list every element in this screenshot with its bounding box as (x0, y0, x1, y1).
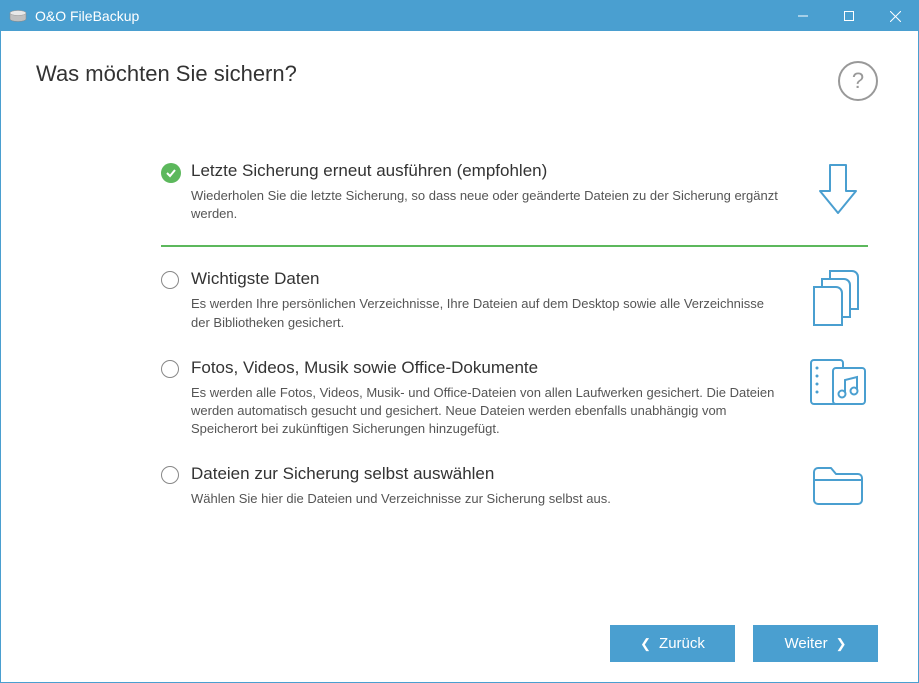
option-title: Fotos, Videos, Musik sowie Office-Dokume… (191, 358, 778, 378)
option-text: Fotos, Videos, Musik sowie Office-Dokume… (191, 358, 808, 439)
close-button[interactable] (872, 1, 918, 31)
option-title: Wichtigste Daten (191, 269, 778, 289)
back-button[interactable]: ❮ Zurück (610, 625, 735, 662)
page-title: Was möchten Sie sichern? (36, 61, 297, 87)
help-button[interactable]: ? (838, 61, 878, 101)
option-description: Wiederholen Sie die letzte Sicherung, so… (191, 187, 778, 223)
next-button-label: Weiter (785, 635, 828, 652)
option-title: Letzte Sicherung erneut ausführen (empfo… (191, 161, 778, 181)
option-description: Wählen Sie hier die Dateien und Verzeich… (191, 490, 778, 508)
radio-indicator (161, 358, 191, 378)
radio-icon (161, 466, 179, 484)
option-description: Es werden alle Fotos, Videos, Musik- und… (191, 384, 778, 439)
option-text: Letzte Sicherung erneut ausführen (empfo… (191, 161, 808, 223)
titlebar: O&O FileBackup (1, 1, 918, 31)
option-text: Wichtigste Daten Es werden Ihre persönli… (191, 269, 808, 331)
header-row: Was möchten Sie sichern? ? (36, 61, 878, 101)
option-media-office[interactable]: Fotos, Videos, Musik sowie Office-Dokume… (161, 358, 868, 439)
radio-indicator (161, 161, 191, 183)
options-list: Letzte Sicherung erneut ausführen (empfo… (36, 161, 878, 535)
app-window: O&O FileBackup Was möchten Sie sichern? … (0, 0, 919, 683)
documents-stack-icon (808, 269, 868, 327)
window-controls (780, 1, 918, 31)
chevron-right-icon: ❯ (836, 636, 847, 652)
maximize-button[interactable] (826, 1, 872, 31)
option-description: Es werden Ihre persönlichen Verzeichniss… (191, 295, 778, 331)
checkmark-icon (161, 163, 181, 183)
radio-indicator (161, 464, 191, 484)
content-area: Was möchten Sie sichern? ? Letzte Sicher… (1, 31, 918, 682)
arrow-down-icon (808, 161, 868, 217)
window-title: O&O FileBackup (35, 8, 780, 24)
option-select-files[interactable]: Dateien zur Sicherung selbst auswählen W… (161, 464, 868, 508)
minimize-button[interactable] (780, 1, 826, 31)
option-text: Dateien zur Sicherung selbst auswählen W… (191, 464, 808, 508)
radio-icon (161, 360, 179, 378)
back-button-label: Zurück (659, 635, 705, 652)
option-repeat-last-backup[interactable]: Letzte Sicherung erneut ausführen (empfo… (161, 161, 868, 247)
option-title: Dateien zur Sicherung selbst auswählen (191, 464, 778, 484)
folder-icon (808, 464, 868, 508)
app-icon (9, 9, 27, 23)
next-button[interactable]: Weiter ❯ (753, 625, 878, 662)
media-files-icon (808, 358, 868, 410)
footer-buttons: ❮ Zurück Weiter ❯ (610, 625, 878, 662)
radio-indicator (161, 269, 191, 289)
radio-icon (161, 271, 179, 289)
option-important-data[interactable]: Wichtigste Daten Es werden Ihre persönli… (161, 269, 868, 331)
chevron-left-icon: ❮ (640, 636, 651, 652)
